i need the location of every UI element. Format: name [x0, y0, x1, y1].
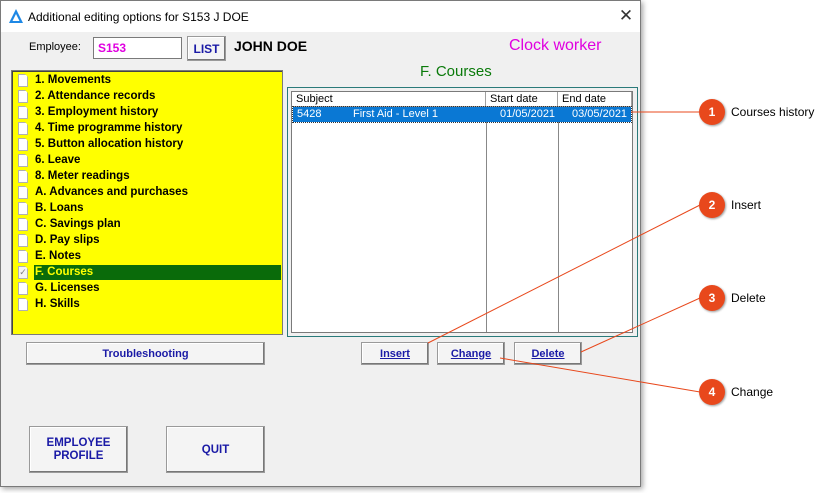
menu-item-label: 4. Time programme history [35, 122, 183, 134]
section-title: F. Courses [420, 63, 492, 80]
document-icon [18, 298, 28, 311]
menu-item-label: C. Savings plan [35, 218, 121, 230]
column-divider [558, 107, 559, 332]
menu-item[interactable]: E. Notes [17, 249, 282, 264]
menu-item[interactable]: 3. Employment history [17, 105, 282, 120]
callout-badge-4: 4 [699, 379, 725, 405]
course-end-date: 03/05/2021 [572, 108, 628, 120]
checkmark-icon: ✓ [18, 266, 28, 279]
list-button[interactable]: LIST [187, 36, 226, 61]
menu-item[interactable]: 1. Movements [17, 73, 282, 88]
document-icon [18, 122, 28, 135]
table-row[interactable]: 5428 First Aid - Level 1 01/05/2021 03/0… [292, 106, 632, 123]
menu-item-label: E. Notes [35, 250, 82, 262]
menu-item[interactable]: G. Licenses [17, 281, 282, 296]
employee-profile-button[interactable]: EMPLOYEE PROFILE [29, 426, 128, 473]
delete-label: Delete [531, 347, 565, 360]
column-header-start-date[interactable]: Start date [486, 92, 558, 107]
menu-item[interactable]: 8. Meter readings [17, 169, 282, 184]
document-icon [18, 74, 28, 87]
employee-label: Employee: [29, 41, 81, 53]
menu-item-label: 1. Movements [35, 74, 112, 86]
menu-item-label: H. Skills [35, 298, 80, 310]
document-icon [18, 282, 28, 295]
course-start-date: 01/05/2021 [500, 108, 556, 120]
menu-item[interactable]: 6. Leave [17, 153, 282, 168]
app-logo-icon [9, 9, 23, 23]
menu-item-label: F. Courses [34, 265, 281, 280]
courses-list-frame: Subject Start date End date 5428 First A… [287, 87, 638, 337]
callout-badge-2: 2 [699, 192, 725, 218]
menu-item-label: 3. Employment history [35, 106, 159, 118]
employee-name: JOHN DOE [234, 38, 308, 54]
menu-item-label: 8. Meter readings [35, 170, 130, 182]
course-subject: First Aid - Level 1 [353, 108, 438, 120]
document-icon [18, 106, 28, 119]
menu-item-label: B. Loans [35, 202, 84, 214]
delete-button[interactable]: Delete [514, 342, 582, 365]
window-title: Additional editing options for S153 J DO… [28, 10, 249, 24]
menu-item-label: 6. Leave [35, 154, 81, 166]
menu-item-courses-selected[interactable]: ✓ F. Courses [17, 265, 282, 280]
callout-label-insert: Insert [731, 198, 762, 212]
worker-type: Clock worker [509, 37, 602, 54]
employee-id-input[interactable] [93, 37, 182, 59]
menu-item[interactable]: H. Skills [17, 297, 282, 312]
document-icon [18, 218, 28, 231]
course-code: 5428 [297, 108, 322, 120]
column-header-end-date[interactable]: End date [558, 92, 632, 107]
quit-button[interactable]: QUIT [166, 426, 265, 473]
menu-item-label: 5. Button allocation history [35, 138, 184, 150]
menu-item-label: D. Pay slips [35, 234, 100, 246]
document-icon [18, 154, 28, 167]
menu-item[interactable]: A. Advances and purchases [17, 185, 282, 200]
menu-item-label: 2. Attendance records [35, 90, 156, 102]
menu-item[interactable]: B. Loans [17, 201, 282, 216]
document-icon [18, 250, 28, 263]
insert-label: Insert [380, 347, 410, 360]
change-button[interactable]: Change [437, 342, 505, 365]
document-icon [18, 90, 28, 103]
editing-options-window: Additional editing options for S153 J DO… [0, 0, 641, 487]
troubleshooting-button[interactable]: Troubleshooting [26, 342, 265, 365]
menu-item-label: G. Licenses [35, 282, 100, 294]
menu-item[interactable]: C. Savings plan [17, 217, 282, 232]
document-icon [18, 202, 28, 215]
callout-badge-3: 3 [699, 285, 725, 311]
courses-list[interactable]: Subject Start date End date 5428 First A… [291, 91, 633, 333]
document-icon [18, 170, 28, 183]
column-header-subject[interactable]: Subject [292, 92, 486, 107]
callout-label-courses-history: Courses history [731, 105, 815, 119]
column-divider [486, 107, 487, 332]
title-bar: Additional editing options for S153 J DO… [1, 1, 640, 32]
options-menu: 1. Movements 2. Attendance records 3. Em… [11, 70, 283, 335]
menu-item[interactable]: D. Pay slips [17, 233, 282, 248]
document-icon [18, 138, 28, 151]
callout-label-change: Change [731, 385, 774, 399]
callout-label-delete: Delete [731, 291, 766, 305]
change-label: Change [450, 347, 492, 360]
document-icon [18, 186, 28, 199]
insert-button[interactable]: Insert [361, 342, 429, 365]
document-icon [18, 234, 28, 247]
close-icon[interactable]: ✕ [614, 5, 638, 27]
callout-badge-1: 1 [699, 99, 725, 125]
menu-item[interactable]: 5. Button allocation history [17, 137, 282, 152]
menu-item[interactable]: 4. Time programme history [17, 121, 282, 136]
menu-item[interactable]: 2. Attendance records [17, 89, 282, 104]
menu-item-label: A. Advances and purchases [35, 186, 188, 198]
